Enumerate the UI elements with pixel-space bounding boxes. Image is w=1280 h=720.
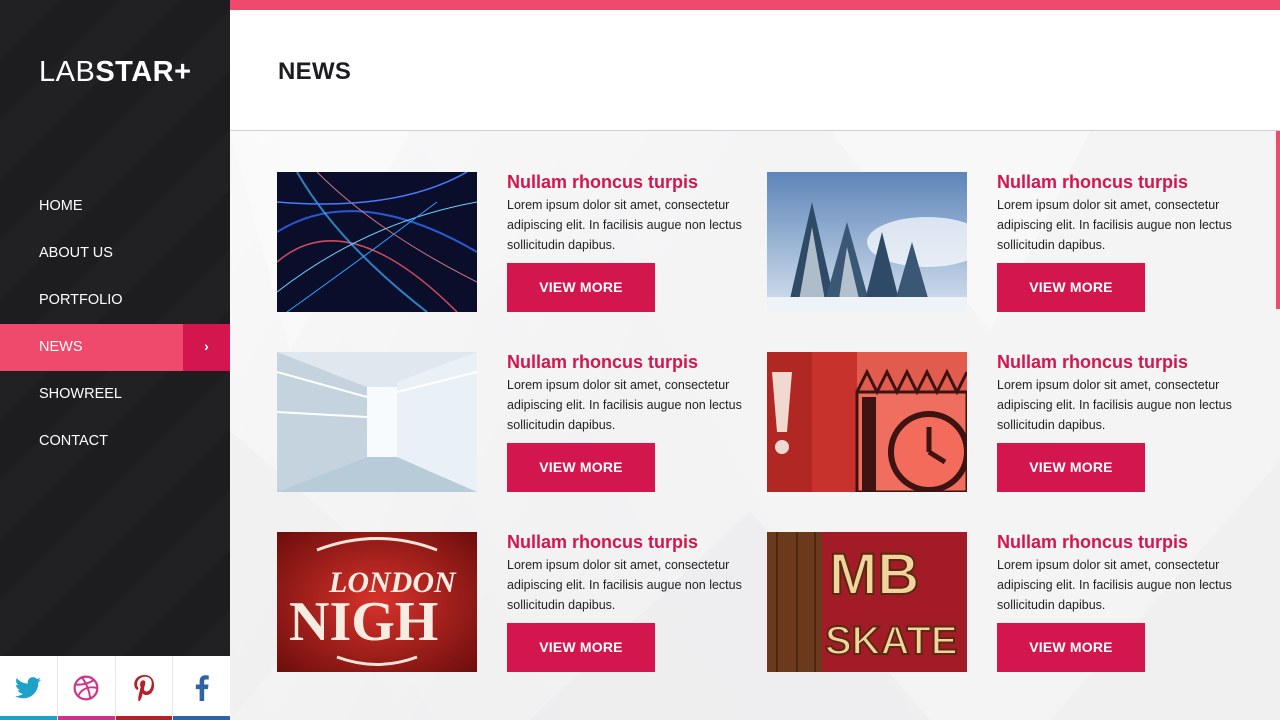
news-thumbnail-white-corridor[interactable]: [277, 352, 477, 492]
news-card: Nullam rhoncus turpis Lorem ipsum dolor …: [277, 352, 757, 492]
news-title[interactable]: Nullam rhoncus turpis: [507, 352, 698, 373]
logo[interactable]: LABSTAR+: [39, 57, 192, 87]
main-nav: HOME ABOUT US PORTFOLIO NEWS › SHOWREEL C…: [0, 183, 230, 465]
news-content: Nullam rhoncus turpis Lorem ipsum dolor …: [230, 131, 1280, 720]
page-header: NEWS: [230, 10, 1280, 131]
page-title: NEWS: [278, 58, 352, 85]
news-excerpt: Lorem ipsum dolor sit amet, consectetur …: [507, 378, 742, 432]
nav-item-contact[interactable]: CONTACT: [0, 418, 230, 465]
news-title[interactable]: Nullam rhoncus turpis: [997, 352, 1188, 373]
view-more-button[interactable]: VIEW MORE: [507, 443, 655, 492]
dribbble-link[interactable]: [57, 656, 116, 720]
nav-item-about-us[interactable]: ABOUT US: [0, 230, 230, 277]
twitter-color-bar: [0, 716, 57, 720]
news-excerpt: Lorem ipsum dolor sit amet, consectetur …: [997, 198, 1232, 252]
news-thumbnail-mb-skate[interactable]: MB SKATE: [767, 532, 967, 672]
image-text-mb: MB: [829, 542, 919, 607]
news-card: Nullam rhoncus turpis Lorem ipsum dolor …: [767, 172, 1247, 312]
view-more-button[interactable]: VIEW MORE: [997, 623, 1145, 672]
facebook-icon: [195, 675, 209, 701]
news-thumbnail-clock-tower[interactable]: [767, 352, 967, 492]
news-thumbnail-london-nights[interactable]: LONDON NIGH: [277, 532, 477, 672]
view-more-button[interactable]: VIEW MORE: [997, 443, 1145, 492]
facebook-link[interactable]: [173, 656, 230, 720]
twitter-link[interactable]: [0, 656, 58, 720]
pinterest-icon: [134, 675, 154, 701]
news-card: LONDON NIGH Nullam rhoncus turpis Lorem …: [277, 532, 757, 672]
nav-item-showreel[interactable]: SHOWREEL: [0, 371, 230, 418]
news-thumbnail-light-streaks[interactable]: [277, 172, 477, 312]
news-title[interactable]: Nullam rhoncus turpis: [997, 172, 1188, 193]
nav-item-home[interactable]: HOME: [0, 183, 230, 230]
news-excerpt: Lorem ipsum dolor sit amet, consectetur …: [997, 378, 1232, 432]
view-more-button[interactable]: VIEW MORE: [507, 263, 655, 312]
news-card: MB SKATE Nullam rhoncus turpis Lorem ips…: [767, 532, 1247, 672]
scrollbar-thumb[interactable]: [1276, 131, 1280, 309]
news-title[interactable]: Nullam rhoncus turpis: [997, 532, 1188, 553]
social-links: [0, 656, 230, 720]
news-excerpt: Lorem ipsum dolor sit amet, consectetur …: [507, 198, 742, 252]
top-accent-bar: [230, 0, 1280, 10]
chevron-right-icon: ›: [183, 324, 230, 371]
dribbble-color-bar: [57, 716, 115, 720]
pinterest-color-bar: [115, 716, 173, 720]
news-card: Nullam rhoncus turpis Lorem ipsum dolor …: [277, 172, 757, 312]
view-more-button[interactable]: VIEW MORE: [997, 263, 1145, 312]
news-excerpt: Lorem ipsum dolor sit amet, consectetur …: [507, 558, 742, 612]
pinterest-link[interactable]: [115, 656, 174, 720]
nav-item-news[interactable]: NEWS ›: [0, 324, 230, 371]
image-text-nights: NIGH: [289, 591, 438, 653]
news-title[interactable]: Nullam rhoncus turpis: [507, 172, 698, 193]
view-more-button[interactable]: VIEW MORE: [507, 623, 655, 672]
facebook-color-bar: [173, 716, 230, 720]
dribbble-icon: [73, 675, 99, 701]
image-text-skate: SKATE: [825, 619, 958, 663]
news-card: Nullam rhoncus turpis Lorem ipsum dolor …: [767, 352, 1247, 492]
twitter-icon: [15, 677, 42, 699]
news-thumbnail-snowy-trees[interactable]: [767, 172, 967, 312]
news-title[interactable]: Nullam rhoncus turpis: [507, 532, 698, 553]
news-excerpt: Lorem ipsum dolor sit amet, consectetur …: [997, 558, 1232, 612]
sidebar: LABSTAR+ HOME ABOUT US PORTFOLIO NEWS › S…: [0, 0, 230, 720]
nav-item-portfolio[interactable]: PORTFOLIO: [0, 277, 230, 324]
